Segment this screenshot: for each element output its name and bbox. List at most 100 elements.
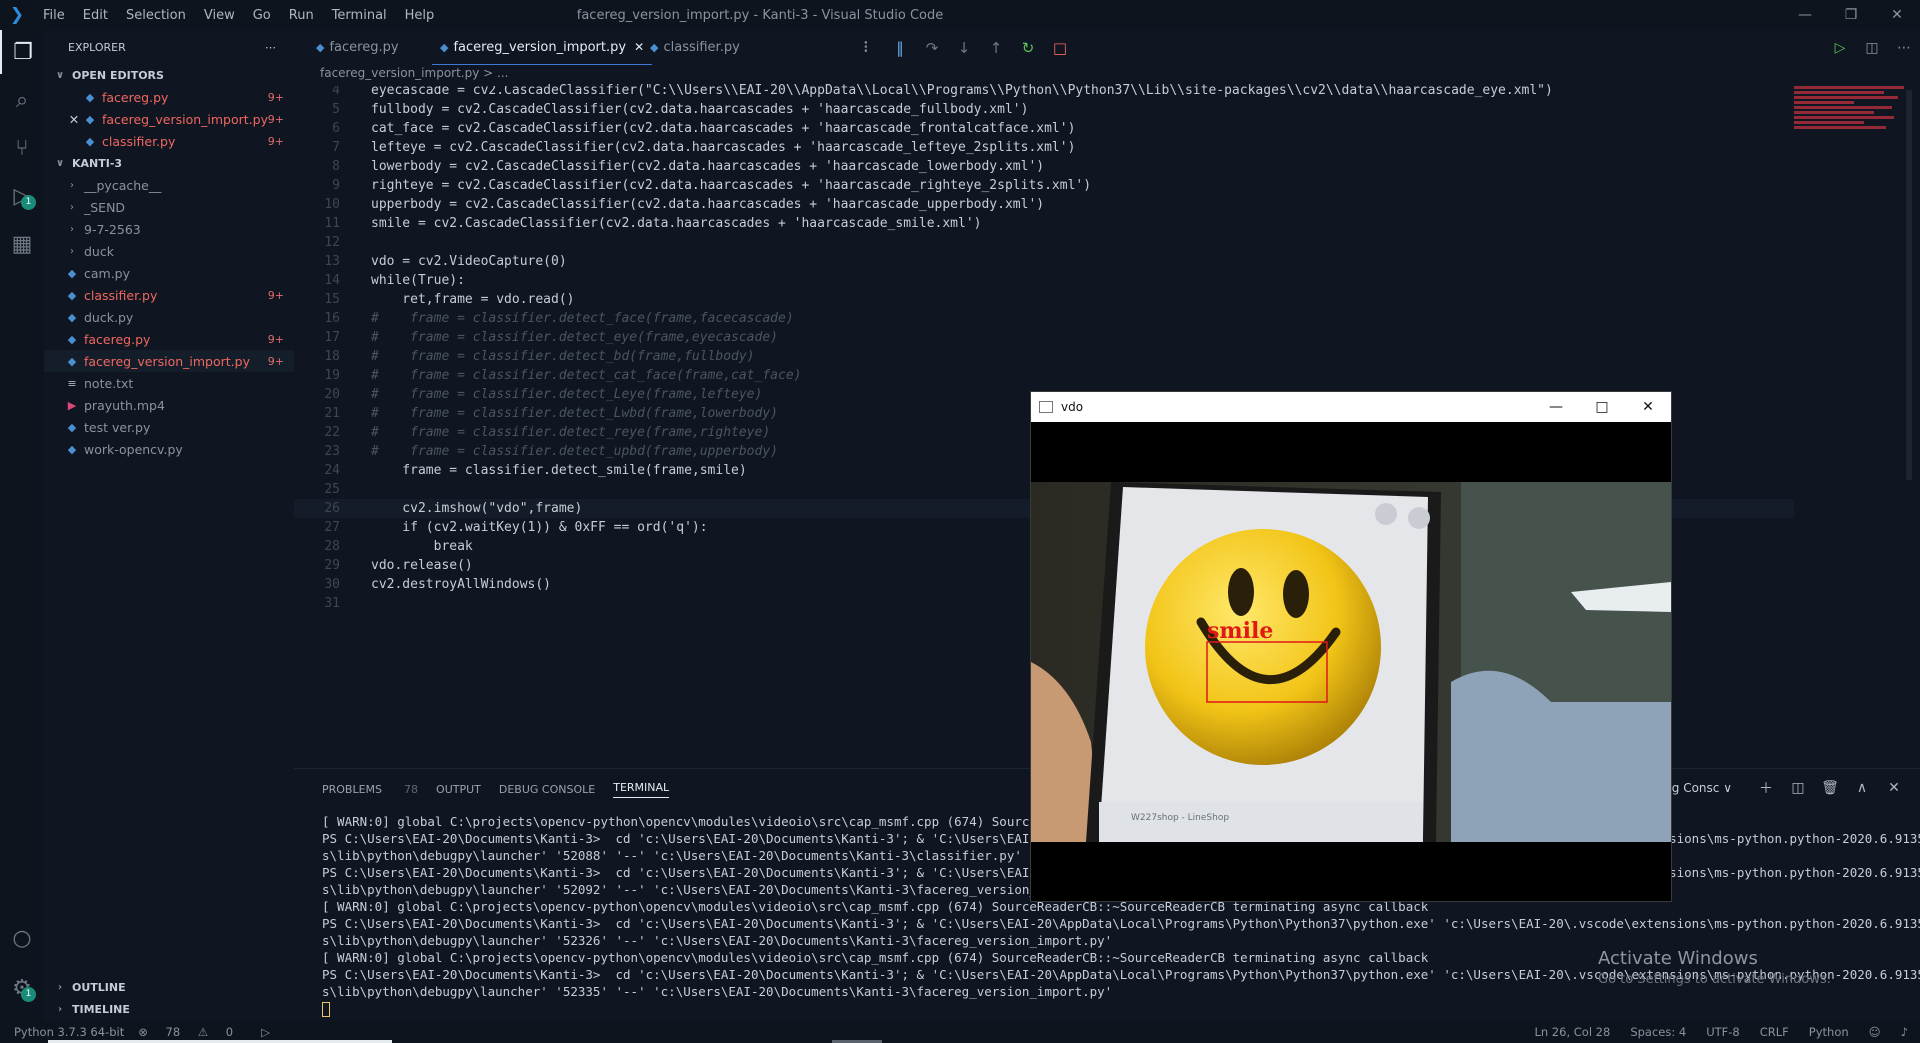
close-icon[interactable]: ✕ [1874, 0, 1920, 30]
search-icon[interactable]: ⌕ [0, 78, 44, 122]
line-number: 31 [324, 596, 340, 611]
timeline-section[interactable]: › TIMELINE [44, 998, 294, 1020]
minimap[interactable] [1794, 86, 1904, 146]
tab-debug-console[interactable]: DEBUG CONSOLE [499, 783, 595, 796]
folder-item[interactable]: › duck [44, 240, 294, 262]
language-mode[interactable]: Python [1809, 1025, 1849, 1039]
code-line[interactable]: 17 # frame = classifier.detect_eye(frame,… [294, 328, 1794, 347]
editor-tabs: ◆ facereg.py ◆ facereg_version_import.py ✕ … [294, 30, 1920, 65]
gear-icon[interactable]: ⚙ 1 [0, 966, 44, 1010]
open-editors-section[interactable]: ∨ OPEN EDITORS [44, 64, 294, 86]
code-line[interactable]: 12 [294, 233, 1794, 252]
split-terminal-icon[interactable]: ◫ [1782, 780, 1814, 796]
file-item-selected[interactable]: ◆ facereg_version_import.py 9+ [44, 350, 294, 372]
trash-icon[interactable]: 🗑 [1814, 780, 1846, 796]
more-actions-icon[interactable]: ⋯ [1888, 40, 1920, 56]
minimize-icon[interactable]: — [1782, 0, 1828, 30]
pause-icon[interactable]: ‖ [884, 39, 916, 57]
tab-classifier[interactable]: ◆ classifier.py [650, 30, 740, 65]
code-line[interactable]: 6 cat_face = cv2.CascadeClassifier(cv2.da… [294, 119, 1794, 138]
open-editor-item[interactable]: ◆ classifier.py 9+ [44, 130, 294, 152]
error-icon: ⊗ [138, 1024, 148, 1039]
close-panel-icon[interactable]: ✕ [1878, 780, 1910, 796]
minimize-icon[interactable]: — [1533, 392, 1579, 422]
terminal-select[interactable]: g Consc ∨ [1672, 781, 1732, 795]
drag-handle-icon[interactable]: ⠇ [852, 39, 884, 57]
code-line[interactable]: 5 fullbody = cv2.CascadeClassifier(cv2.da… [294, 100, 1794, 119]
tab-facereg-version-import[interactable]: ◆ facereg_version_import.py ✕ [432, 30, 653, 65]
code-line[interactable]: 16 # frame = classifier.detect_face(frame… [294, 309, 1794, 328]
file-item[interactable]: ◆ facereg.py 9+ [44, 328, 294, 350]
cursor-position[interactable]: Ln 26, Col 28 [1534, 1025, 1610, 1039]
code-line[interactable]: 15 ret,frame = vdo.read() [294, 290, 1794, 309]
open-editor-item[interactable]: ◆ facereg.py 9+ [44, 86, 294, 108]
step-out-icon[interactable]: ↑ [980, 39, 1012, 57]
code-line[interactable]: 10 upperbody = cv2.CascadeClassifier(cv2.… [294, 195, 1794, 214]
restore-icon[interactable]: ❐ [1828, 0, 1874, 30]
code-text: cv2.destroyAllWindows() [371, 577, 552, 592]
problem-count: 9+ [267, 134, 284, 148]
step-into-icon[interactable]: ↓ [948, 39, 980, 57]
file-item[interactable]: ◆ duck.py [44, 306, 294, 328]
file-item[interactable]: ◆ work-opencv.py [44, 438, 294, 460]
file-item[interactable]: ◆ classifier.py 9+ [44, 284, 294, 306]
explorer-icon[interactable]: ❐ [0, 30, 44, 74]
tab-problems[interactable]: PROBLEMS 78 [322, 783, 418, 796]
folder-item[interactable]: › _SEND [44, 196, 294, 218]
step-over-icon[interactable]: ↷ [916, 39, 948, 57]
new-terminal-icon[interactable]: ＋ [1750, 778, 1782, 798]
code-text: # frame = classifier.detect_face(frame,f… [371, 311, 794, 326]
folder-item[interactable]: › __pycache__ [44, 174, 294, 196]
restart-icon[interactable]: ↻ [1012, 39, 1044, 57]
maximize-panel-icon[interactable]: ∧ [1846, 780, 1878, 796]
tab-terminal[interactable]: TERMINAL [613, 781, 670, 798]
folder-item[interactable]: › 9-7-2563 [44, 218, 294, 240]
encoding[interactable]: UTF-8 [1706, 1025, 1740, 1039]
run-debug-icon[interactable]: ▷ 1 [0, 174, 44, 218]
workspace-section[interactable]: ∨ KANTI-3 [44, 152, 294, 174]
terminal-prompt[interactable] [322, 1000, 1920, 1017]
code-line[interactable]: 14 while(True): [294, 271, 1794, 290]
code-line[interactable]: 4 eyecascade = cv2.CascadeClassifier("C:\… [294, 81, 1794, 100]
open-editor-item[interactable]: ✕ ◆ facereg_version_import.py 9+ [44, 108, 294, 130]
problems-summary[interactable]: ⊗ 78 ⚠ 0 [138, 1025, 247, 1039]
file-item[interactable]: ≡ note.txt [44, 372, 294, 394]
maximize-icon[interactable]: □ [1579, 392, 1625, 422]
code-line[interactable]: 8 lowerbody = cv2.CascadeClassifier(cv2.d… [294, 157, 1794, 176]
code-text: lefteye = cv2.CascadeClassifier(cv2.data… [371, 140, 1076, 155]
indentation[interactable]: Spaces: 4 [1630, 1025, 1686, 1039]
close-editor-icon[interactable]: ✕ [66, 112, 82, 127]
code-line[interactable]: 18 # frame = classifier.detect_bd(frame,f… [294, 347, 1794, 366]
tab-facereg[interactable]: ◆ facereg.py [316, 30, 399, 65]
vdo-window[interactable]: vdo — □ ✕ smile W227shop - LineShop [1030, 391, 1672, 902]
run-icon[interactable]: ▷ [261, 1025, 270, 1039]
breadcrumb[interactable]: facereg_version_import.py > ... [320, 66, 515, 86]
file-item[interactable]: ◆ test ver.py [44, 416, 294, 438]
feedback-icon[interactable]: ☺ [1869, 1025, 1881, 1039]
file-item[interactable]: ▶ prayuth.mp4 [44, 394, 294, 416]
code-line[interactable]: 13 vdo = cv2.VideoCapture(0) [294, 252, 1794, 271]
code-text: upperbody = cv2.CascadeClassifier(cv2.da… [371, 197, 1045, 212]
stop-icon[interactable]: □ [1044, 39, 1076, 57]
file-item[interactable]: ◆ cam.py [44, 262, 294, 284]
code-line[interactable]: 19 # frame = classifier.detect_cat_face(f… [294, 366, 1794, 385]
source-control-icon[interactable]: ⑂ [0, 126, 44, 170]
run-icon[interactable]: ▷ [1824, 40, 1856, 56]
vdo-titlebar[interactable]: vdo — □ ✕ [1031, 392, 1671, 422]
bell-icon[interactable]: ♪ [1901, 1025, 1908, 1039]
outline-section[interactable]: › OUTLINE [44, 976, 294, 998]
python-interpreter[interactable]: Python 3.7.3 64-bit [14, 1025, 124, 1039]
close-icon[interactable]: ✕ [1625, 392, 1671, 422]
code-line[interactable]: 9 righteye = cv2.CascadeClassifier(cv2.da… [294, 176, 1794, 195]
more-actions-icon[interactable]: ⋯ [265, 41, 276, 54]
split-editor-icon[interactable]: ◫ [1856, 40, 1888, 56]
editor-scrollbar[interactable] [1906, 90, 1912, 480]
code-line[interactable]: 11 smile = cv2.CascadeClassifier(cv2.data… [294, 214, 1794, 233]
code-line[interactable]: 7 lefteye = cv2.CascadeClassifier(cv2.dat… [294, 138, 1794, 157]
chevron-down-icon: ∨ [1723, 781, 1732, 795]
accounts-icon[interactable]: ○ [0, 916, 44, 960]
close-tab-icon[interactable]: ✕ [634, 40, 644, 54]
tab-output[interactable]: OUTPUT [436, 783, 481, 796]
extensions-icon[interactable]: ▦ [0, 222, 44, 266]
line-ending[interactable]: CRLF [1760, 1025, 1789, 1039]
